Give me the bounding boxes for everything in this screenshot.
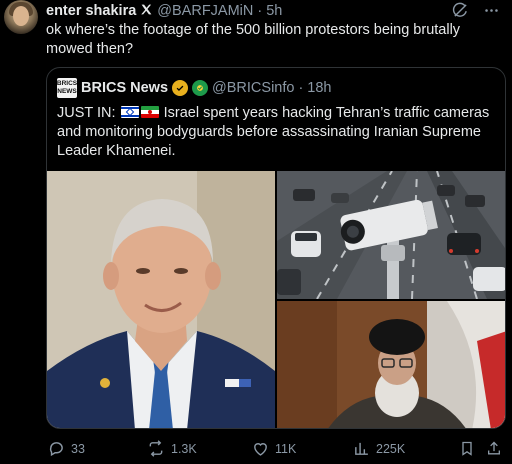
like-button[interactable]: 11K (252, 440, 296, 457)
tweet-text: ok where’s the footage of the 500 billio… (46, 22, 461, 57)
repost-button[interactable]: 1.3K (147, 440, 197, 457)
x-logo-icon (140, 3, 153, 20)
grok-icon[interactable] (452, 2, 469, 19)
quoted-author-name[interactable]: BRICS News (81, 80, 168, 96)
brics-logo-line-2: NEWS (57, 88, 77, 95)
like-icon (252, 440, 269, 457)
author-avatar[interactable] (4, 0, 38, 34)
tweet-header: enter shakira @BARFJAMiN · 5h (46, 2, 282, 20)
quoted-tweet-header: BRICS NEWS BRICS News @BRICSinfo · 18h (57, 78, 332, 98)
quoted-header-separator: · (298, 80, 304, 96)
tweet-time[interactable]: 5h (266, 3, 282, 19)
views-button[interactable]: 225K (353, 440, 405, 457)
affiliate-badge-icon (192, 80, 209, 96)
repost-count: 1.3K (171, 441, 197, 456)
tweet[interactable]: enter shakira @BARFJAMiN · 5h ok where’s… (0, 0, 512, 464)
brics-news-logo[interactable]: BRICS NEWS (57, 78, 77, 98)
quoted-text-prefix: JUST IN: (57, 105, 116, 121)
header-separator: · (257, 3, 263, 19)
quoted-author-handle[interactable]: @BRICSinfo (212, 80, 294, 96)
israel-flag-icon (120, 106, 139, 118)
media-image-portrait-left[interactable] (47, 171, 275, 428)
views-icon (353, 440, 370, 457)
share-icon (486, 440, 502, 457)
tweet-top-actions (452, 2, 500, 19)
brics-logo-line-1: BRICS (56, 80, 78, 87)
reply-count: 33 (71, 441, 85, 456)
quoted-tweet[interactable]: BRICS NEWS BRICS News @BRICSinfo · 18h J… (46, 67, 506, 429)
repost-icon (147, 440, 165, 457)
author-name[interactable]: enter shakira (46, 3, 136, 19)
iran-flag-icon (140, 106, 159, 118)
bookmark-button[interactable] (459, 440, 475, 457)
media-image-portrait-right[interactable] (277, 301, 505, 428)
quoted-tweet-text: JUST IN: Israel spent years hacking Tehr… (57, 104, 497, 161)
author-handle[interactable]: @BARFJAMiN (157, 3, 253, 19)
quoted-tweet-time[interactable]: 18h (307, 80, 331, 96)
verified-gold-badge-icon (172, 80, 189, 96)
reply-icon (48, 440, 65, 457)
media-image-traffic-camera[interactable] (277, 171, 505, 299)
reply-button[interactable]: 33 (48, 440, 85, 457)
like-count: 11K (275, 441, 297, 456)
share-button[interactable] (486, 440, 502, 457)
views-count: 225K (376, 441, 406, 456)
tweet-action-bar: 33 1.3K 11K 225K (46, 440, 506, 460)
media-grid (47, 171, 505, 428)
bookmark-icon (459, 440, 475, 457)
avatar-face (13, 6, 29, 26)
more-icon[interactable] (483, 2, 500, 19)
